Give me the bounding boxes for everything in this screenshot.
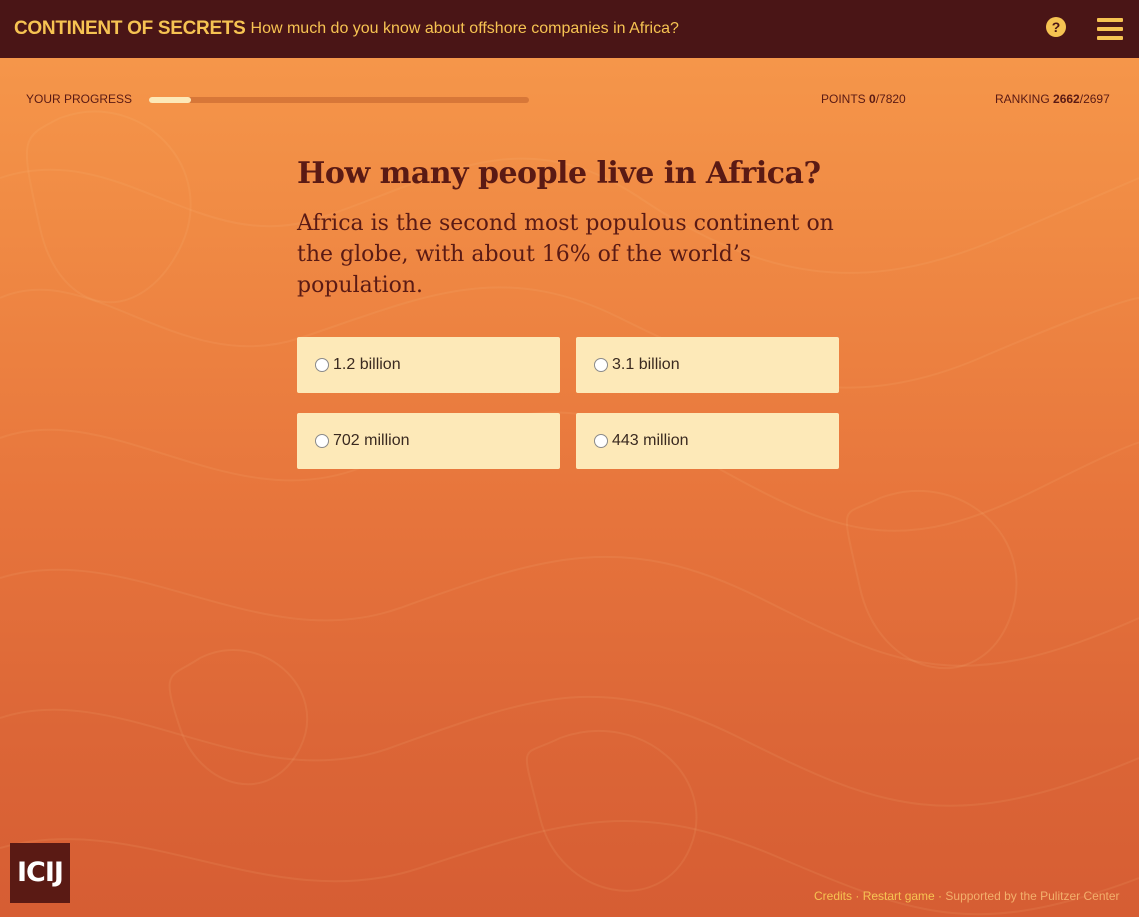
answer-option[interactable]: 3.1 billion bbox=[576, 337, 839, 393]
points-value: 0 bbox=[869, 92, 876, 106]
menu-line bbox=[1097, 27, 1123, 31]
question-title: How many people live in Africa? bbox=[297, 156, 821, 191]
hamburger-menu-icon[interactable] bbox=[1097, 18, 1123, 40]
menu-line bbox=[1097, 36, 1123, 40]
brand-title[interactable]: CONTINENT OF SECRETS bbox=[14, 18, 246, 40]
question-explanation: Africa is the second most populous conti… bbox=[297, 211, 834, 298]
radio-button[interactable] bbox=[315, 434, 329, 448]
radio-button[interactable] bbox=[594, 434, 608, 448]
answer-label: 443 million bbox=[612, 432, 689, 449]
progress-label: YOUR PROGRESS bbox=[26, 92, 133, 106]
top-bar: CONTINENT OF SECRETS How much do you kno… bbox=[0, 0, 1139, 58]
answer-label: 702 million bbox=[333, 432, 410, 449]
ranking-total: /2697 bbox=[1079, 92, 1110, 106]
footer-separator: · bbox=[934, 889, 946, 903]
ranking-label: RANKING bbox=[995, 92, 1050, 106]
pulitzer-support-link[interactable]: Supported by the Pulitzer Center bbox=[945, 889, 1119, 903]
points-display: POINTS 0/7820 bbox=[821, 92, 906, 106]
icij-logo[interactable]: ICIJ bbox=[10, 843, 70, 903]
credits-link[interactable]: Credits bbox=[814, 889, 852, 903]
question-circle-icon[interactable]: ? bbox=[1046, 17, 1066, 37]
radio-button[interactable] bbox=[315, 358, 329, 372]
answer-option[interactable]: 443 million bbox=[576, 413, 839, 469]
menu-line bbox=[1097, 18, 1123, 22]
radio-button[interactable] bbox=[594, 358, 608, 372]
ranking-value: 2662 bbox=[1053, 92, 1080, 106]
answer-option[interactable]: 702 million bbox=[297, 413, 560, 469]
progress-bar bbox=[149, 97, 529, 103]
points-label: POINTS bbox=[821, 92, 866, 106]
footer-separator: · bbox=[852, 889, 863, 903]
restart-game-link[interactable]: Restart game bbox=[863, 889, 935, 903]
answer-option[interactable]: 1.2 billion bbox=[297, 337, 560, 393]
footer-links: Credits · Restart game · Supported by th… bbox=[814, 889, 1120, 903]
progress-fill bbox=[149, 97, 191, 103]
answer-label: 3.1 billion bbox=[612, 356, 680, 373]
ranking-display: RANKING 2662/2697 bbox=[995, 92, 1110, 106]
points-total: /7820 bbox=[875, 92, 906, 106]
answer-label: 1.2 billion bbox=[333, 356, 401, 373]
tagline: How much do you know about offshore comp… bbox=[250, 20, 679, 37]
